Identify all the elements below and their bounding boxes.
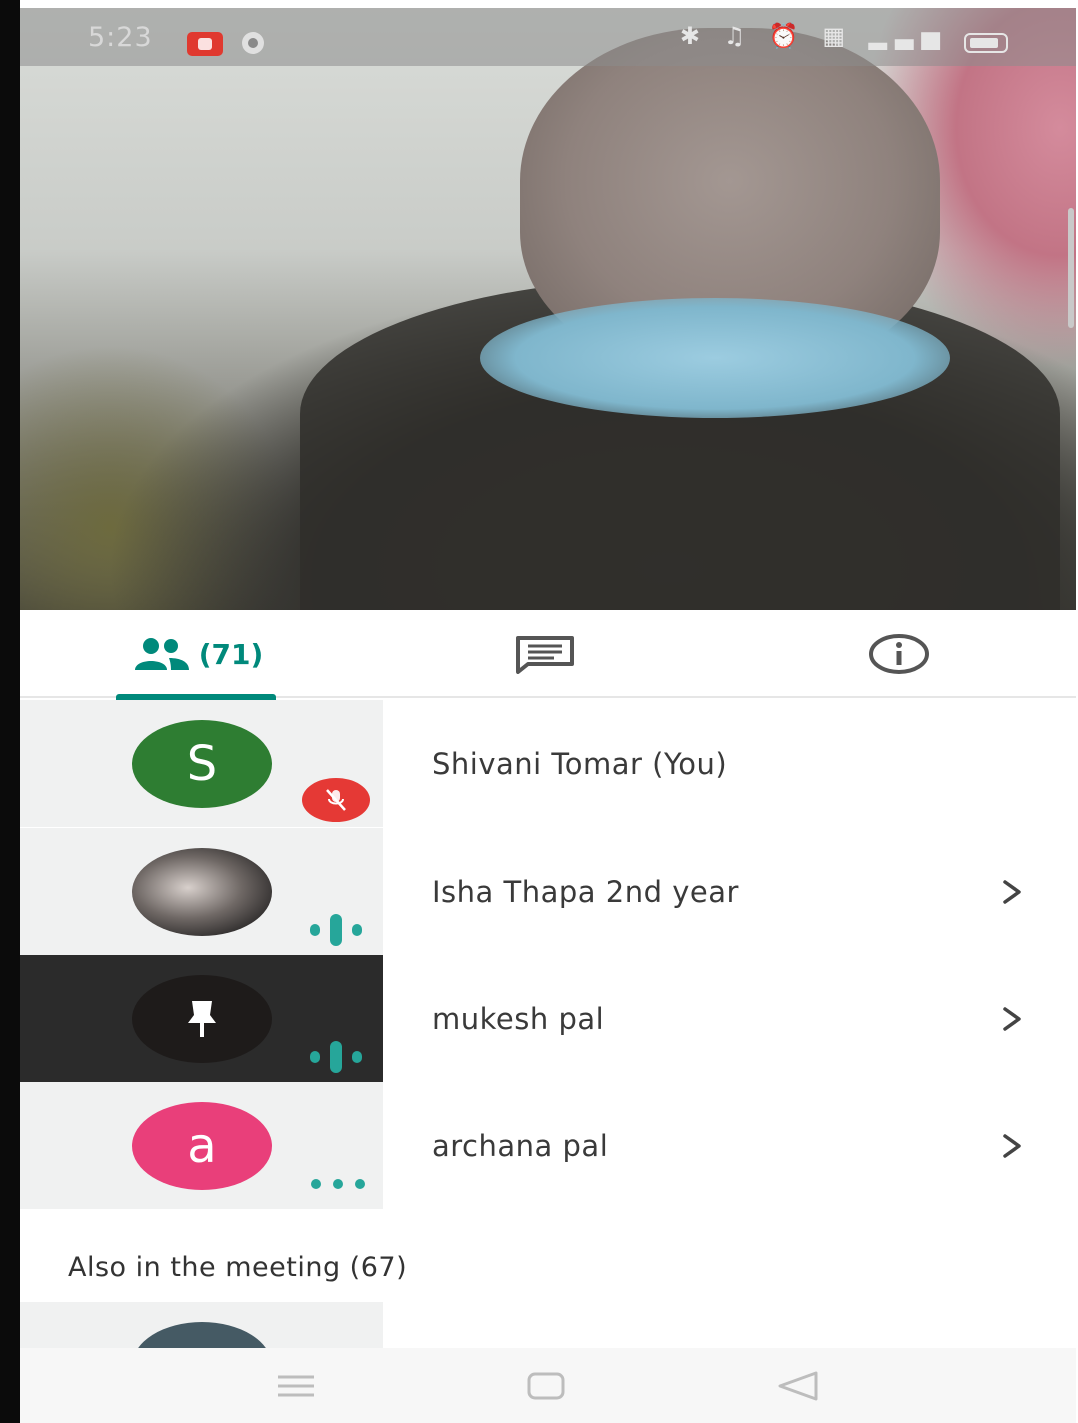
mic-off-icon [302,778,370,822]
participant-row[interactable]: S Shivani Tomar (You) [20,700,1076,827]
participant-row[interactable]: a archana pal [20,1082,1076,1209]
meeting-tabs: (71) [20,610,1076,700]
recent-apps-button[interactable] [276,1348,316,1423]
back-triangle-icon [778,1371,818,1400]
status-bar: 5:23 ✱ ♫ ⏰ ▦ ▂▃▅ [20,8,1076,66]
main-video-feed[interactable] [20,8,1076,610]
status-icons: ✱ ♫ ⏰ ▦ ▂▃▅ [679,22,948,50]
chevron-right-icon[interactable] [1000,955,1024,1082]
left-bezel [0,0,20,1423]
participant-name: archana pal [432,1128,609,1163]
back-button[interactable] [776,1348,820,1423]
avatar: S [132,720,272,808]
video-subject-mask [480,298,950,418]
scroll-indicator [1068,208,1074,328]
screen-record-icon [187,32,223,56]
battery-icon [964,33,1008,53]
people-count: (71) [198,637,264,671]
also-in-meeting-label: Also in the meeting (67) [68,1252,408,1283]
system-navigation-bar [20,1348,1076,1423]
location-icon [242,32,264,54]
pin-icon [188,1001,216,1037]
participant-row-partial[interactable] [20,1302,383,1348]
tab-chat[interactable] [510,610,580,698]
more-dots-icon [311,1179,365,1189]
chevron-right-icon[interactable] [1000,1082,1024,1209]
avatar [132,975,272,1063]
people-icon [134,638,189,670]
participant-row[interactable]: Isha Thapa 2nd year [20,828,1076,955]
participant-name: Shivani Tomar (You) [432,746,728,781]
chat-bubble-icon [516,636,574,674]
avatar [132,1322,272,1348]
home-square-icon [527,1372,565,1399]
speaking-indicator-icon [310,1041,362,1073]
avatar-letter: S [186,736,218,792]
speaking-indicator-icon [310,914,362,946]
menu-icon [278,1375,314,1396]
avatar: a [132,1102,272,1190]
tab-info[interactable] [864,610,934,698]
participant-name: Isha Thapa 2nd year [432,874,739,909]
info-icon [869,634,929,674]
participant-name: mukesh pal [432,1001,605,1036]
avatar-letter: a [187,1118,217,1174]
chevron-right-icon[interactable] [1000,828,1024,955]
participant-row[interactable]: mukesh pal [20,955,1076,1082]
status-time: 5:23 [88,22,153,53]
home-button[interactable] [526,1348,566,1423]
top-edge [0,0,1078,8]
tab-people[interactable]: (71) [116,610,276,700]
avatar-photo [132,848,272,936]
